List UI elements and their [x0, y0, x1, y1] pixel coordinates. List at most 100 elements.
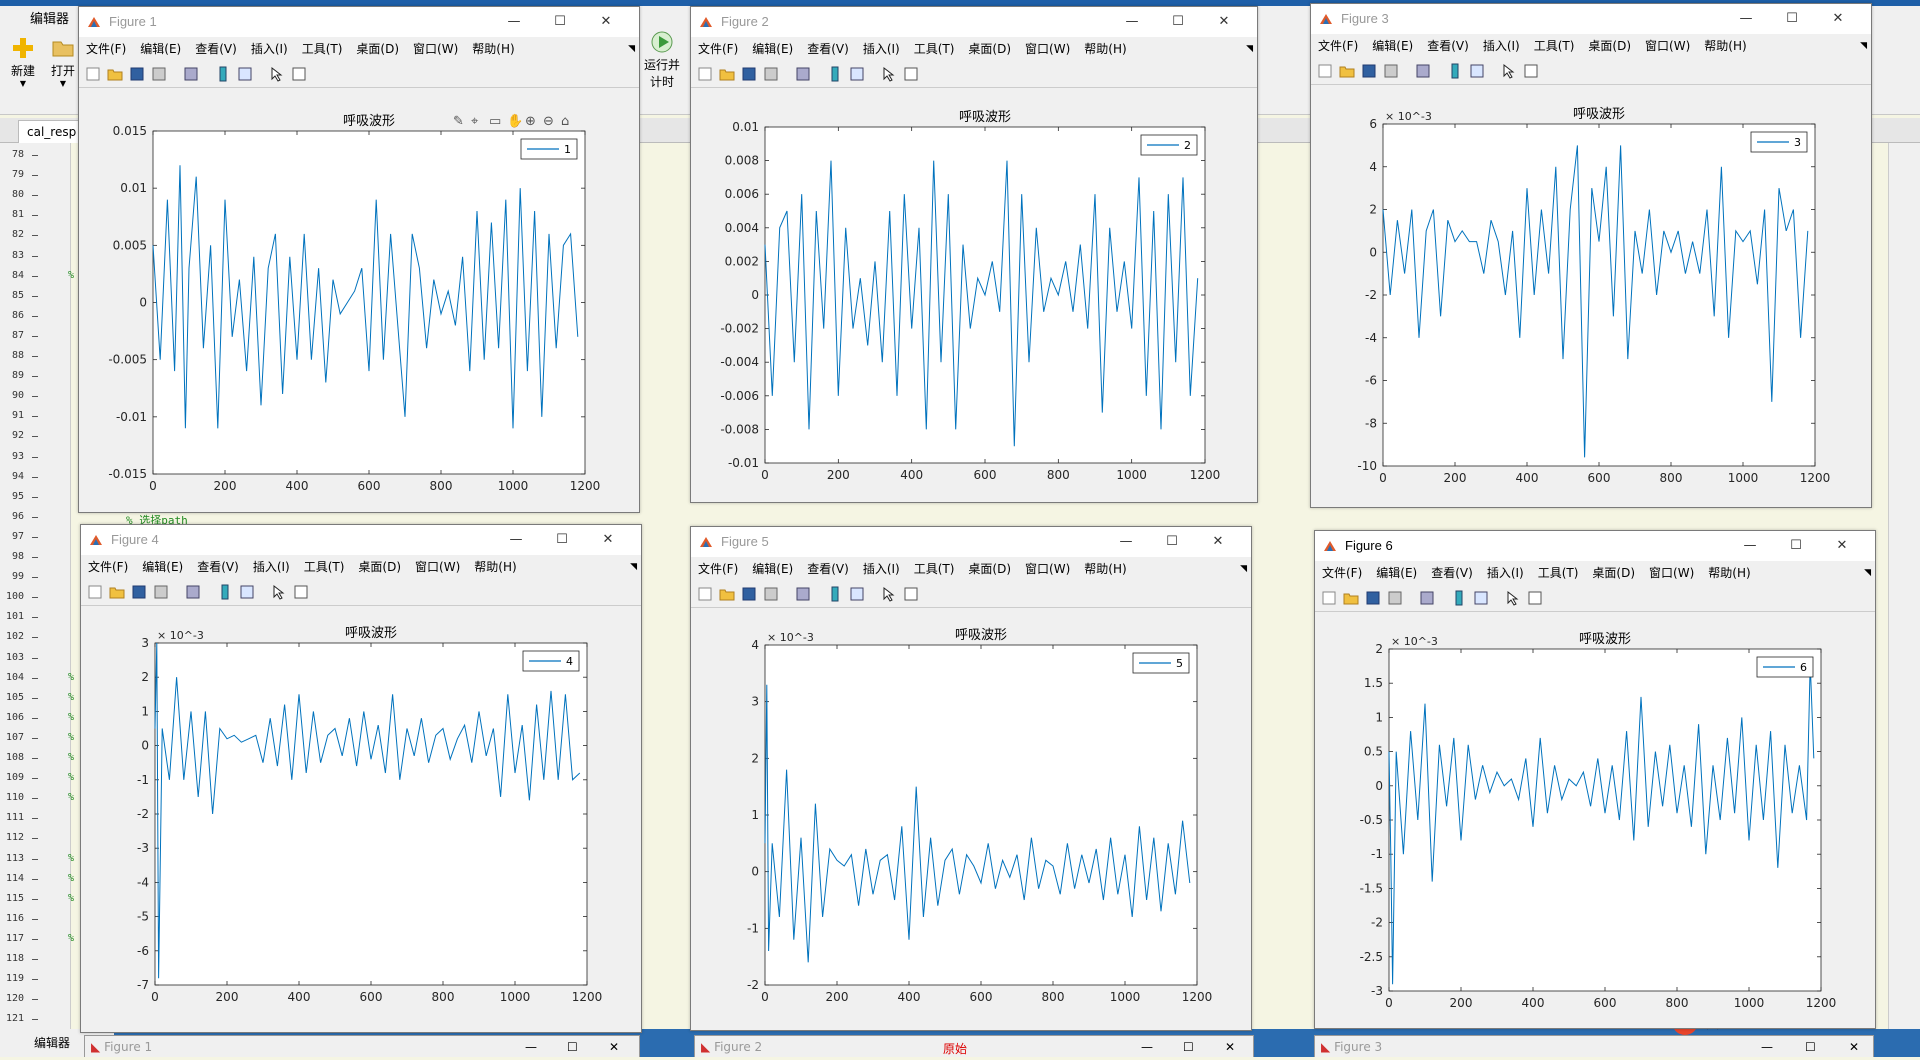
- menu-item[interactable]: 插入(I): [244, 37, 295, 61]
- colorbar-icon[interactable]: [827, 586, 843, 602]
- figure-axes-svg[interactable]: 呼吸波形 × 10^-3 0 200 400 600 800 1000 1200 -7 -6 -5 -4…: [81, 607, 641, 1032]
- print-icon[interactable]: [153, 584, 169, 600]
- breakpoint-dash[interactable]: [32, 818, 38, 820]
- figure-plot-area[interactable]: 呼吸波形 0 200 400 600 800 1000 1200 -0.01 -0.008 -0.0…: [691, 89, 1257, 502]
- print-icon[interactable]: [151, 66, 167, 82]
- breakpoint-dash[interactable]: [32, 356, 38, 357]
- menu-item[interactable]: 桌面(D): [1581, 34, 1638, 58]
- breakpoint-dash[interactable]: [32, 315, 38, 317]
- breakpoint-dash[interactable]: [32, 778, 38, 780]
- breakpoint-dash[interactable]: [32, 597, 38, 599]
- figure-plot-area[interactable]: 呼吸波形 × 10^-3 0 200 400 600 800 1000 1200 -7 -6 -5 -4…: [81, 607, 641, 1032]
- menu-item[interactable]: 工具(T): [297, 555, 352, 579]
- menu-overflow-icon[interactable]: ◥: [628, 37, 635, 61]
- colorbar-icon[interactable]: [827, 66, 843, 82]
- figure-axes-svg[interactable]: 呼吸波形 × 10^-3 0 200 400 600 800 1000 1200 -10 -8 -6 -…: [1311, 86, 1871, 507]
- breakpoint-dash[interactable]: [32, 476, 38, 478]
- breakpoint-dash[interactable]: [32, 858, 38, 860]
- zoom-in-icon[interactable]: ⊕: [525, 114, 536, 129]
- menu-item[interactable]: 编辑(E): [1369, 561, 1424, 585]
- restore-icon[interactable]: ▭: [489, 114, 501, 129]
- menu-item[interactable]: 窗口(W): [1642, 561, 1701, 585]
- breakpoint-dash[interactable]: [32, 215, 38, 217]
- breakpoint-dash[interactable]: [32, 516, 38, 518]
- maximize-icon[interactable]: ☐: [1149, 527, 1195, 557]
- save-icon[interactable]: [131, 584, 147, 600]
- link-plot-icon[interactable]: [1415, 63, 1431, 79]
- menu-item[interactable]: 编辑(E): [135, 555, 190, 579]
- minimize-icon[interactable]: —: [1109, 7, 1155, 37]
- breakpoint-dash[interactable]: [32, 577, 38, 579]
- figure-title-bar[interactable]: Figure 1 — ☐ ✕: [79, 7, 639, 37]
- print-icon[interactable]: [763, 66, 779, 82]
- menu-item[interactable]: 文件(F): [1311, 34, 1365, 58]
- menu-item[interactable]: 编辑(E): [745, 557, 800, 581]
- menu-overflow-icon[interactable]: ◥: [1240, 557, 1247, 581]
- legend-icon[interactable]: [849, 586, 865, 602]
- legend-icon[interactable]: [1469, 63, 1485, 79]
- menu-item[interactable]: 帮助(H): [465, 37, 521, 61]
- menu-item[interactable]: 窗口(W): [408, 555, 467, 579]
- figure-title-bar[interactable]: Figure 5 — ☐ ✕: [691, 527, 1251, 557]
- open-file-icon[interactable]: [719, 586, 735, 602]
- new-figure-icon[interactable]: [85, 66, 101, 82]
- save-icon[interactable]: [741, 586, 757, 602]
- figure-window-6[interactable]: Figure 6— ☐ ✕ 文件(F) 编辑(E) 查看(V) 插入(I) 工具(T) 桌面(D…: [1314, 530, 1876, 1029]
- breakpoint-dash[interactable]: [32, 758, 38, 759]
- breakpoint-dash[interactable]: [32, 717, 38, 719]
- home-icon[interactable]: ⌂: [561, 114, 569, 129]
- menu-overflow-icon[interactable]: ◥: [630, 555, 637, 579]
- menu-item[interactable]: 插入(I): [856, 557, 907, 581]
- figure-plot-area[interactable]: 呼吸波形 0 200 400 600 800 1000 1200 -0.015 -0.01 -0.0…: [79, 89, 639, 512]
- breakpoint-dash[interactable]: [32, 1019, 38, 1021]
- property-inspector-icon[interactable]: [293, 584, 309, 600]
- close-icon[interactable]: ✕: [585, 525, 631, 555]
- maximize-icon[interactable]: ☐: [539, 525, 585, 555]
- edit-plot-icon[interactable]: [1501, 63, 1517, 79]
- bottom-figure-3-window[interactable]: ◣ Figure 3 — ☐ ✕: [1314, 1035, 1874, 1057]
- link-plot-icon[interactable]: [795, 66, 811, 82]
- minimize-icon[interactable]: —: [1723, 4, 1769, 34]
- close-icon[interactable]: ✕: [1819, 531, 1865, 561]
- edit-plot-icon[interactable]: [269, 66, 285, 82]
- menu-item[interactable]: 桌面(D): [961, 557, 1018, 581]
- menu-item[interactable]: 桌面(D): [961, 37, 1018, 61]
- open-file-icon[interactable]: [1339, 63, 1355, 79]
- minimize-icon[interactable]: —: [493, 525, 539, 555]
- breakpoint-dash[interactable]: [32, 918, 38, 920]
- figure-axes-svg[interactable]: 呼吸波形 0 200 400 600 800 1000 1200 -0.015 -0.01 -0.0…: [79, 89, 639, 512]
- breakpoint-dash[interactable]: [32, 657, 38, 659]
- new-figure-icon[interactable]: [87, 584, 103, 600]
- breakpoint-dash[interactable]: [32, 436, 38, 438]
- colorbar-icon[interactable]: [1447, 63, 1463, 79]
- figure-window-2[interactable]: Figure 2— ☐ ✕ 文件(F) 编辑(E) 查看(V) 插入(I) 工具(T) 桌面(D…: [690, 6, 1258, 503]
- menu-item[interactable]: 查看(V): [1424, 561, 1480, 585]
- open-file-icon[interactable]: [1343, 590, 1359, 606]
- edit-plot-icon[interactable]: [1505, 590, 1521, 606]
- menu-item[interactable]: 文件(F): [691, 37, 745, 61]
- zoom-out-icon[interactable]: ⊖: [543, 114, 554, 129]
- figure-title-bar[interactable]: Figure 2 — ☐ ✕: [691, 7, 1257, 37]
- minimize-icon[interactable]: —: [1141, 1036, 1153, 1058]
- menu-item[interactable]: 帮助(H): [1701, 561, 1757, 585]
- breakpoint-dash[interactable]: [32, 416, 38, 418]
- close-icon[interactable]: ✕: [1849, 1036, 1859, 1058]
- menu-item[interactable]: 工具(T): [1531, 561, 1586, 585]
- colorbar-icon[interactable]: [217, 584, 233, 600]
- legend-icon[interactable]: [849, 66, 865, 82]
- breakpoint-dash[interactable]: [32, 557, 38, 558]
- maximize-icon[interactable]: ☐: [1805, 1036, 1816, 1058]
- minimize-icon[interactable]: —: [525, 1036, 537, 1058]
- breakpoint-dash[interactable]: [32, 637, 38, 639]
- close-icon[interactable]: ✕: [1195, 527, 1241, 557]
- property-inspector-icon[interactable]: [903, 66, 919, 82]
- new-figure-icon[interactable]: [697, 586, 713, 602]
- menu-item[interactable]: 帮助(H): [467, 555, 523, 579]
- menu-item[interactable]: 查看(V): [190, 555, 246, 579]
- maximize-icon[interactable]: ☐: [1155, 7, 1201, 37]
- menu-item[interactable]: 工具(T): [907, 557, 962, 581]
- menu-item[interactable]: 插入(I): [1480, 561, 1531, 585]
- colorbar-icon[interactable]: [215, 66, 231, 82]
- breakpoint-dash[interactable]: [32, 999, 38, 1001]
- run-and-time-button[interactable]: 运行并 计时: [640, 30, 684, 90]
